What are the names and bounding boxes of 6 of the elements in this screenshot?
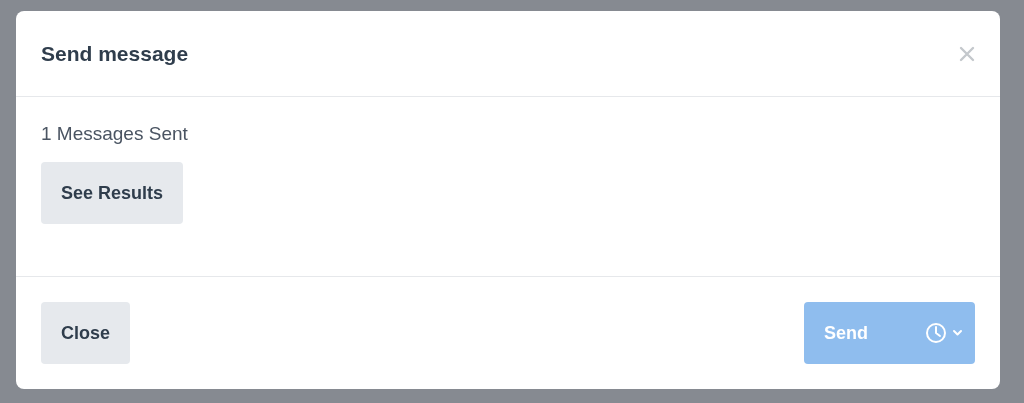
see-results-button[interactable]: See Results — [41, 162, 184, 224]
clock-icon — [925, 322, 965, 344]
dialog-title: Send message — [41, 41, 189, 66]
close-icon[interactable] — [959, 45, 975, 62]
status-text: 1 Messages Sent — [41, 123, 189, 145]
close-button[interactable]: Close — [41, 302, 131, 364]
